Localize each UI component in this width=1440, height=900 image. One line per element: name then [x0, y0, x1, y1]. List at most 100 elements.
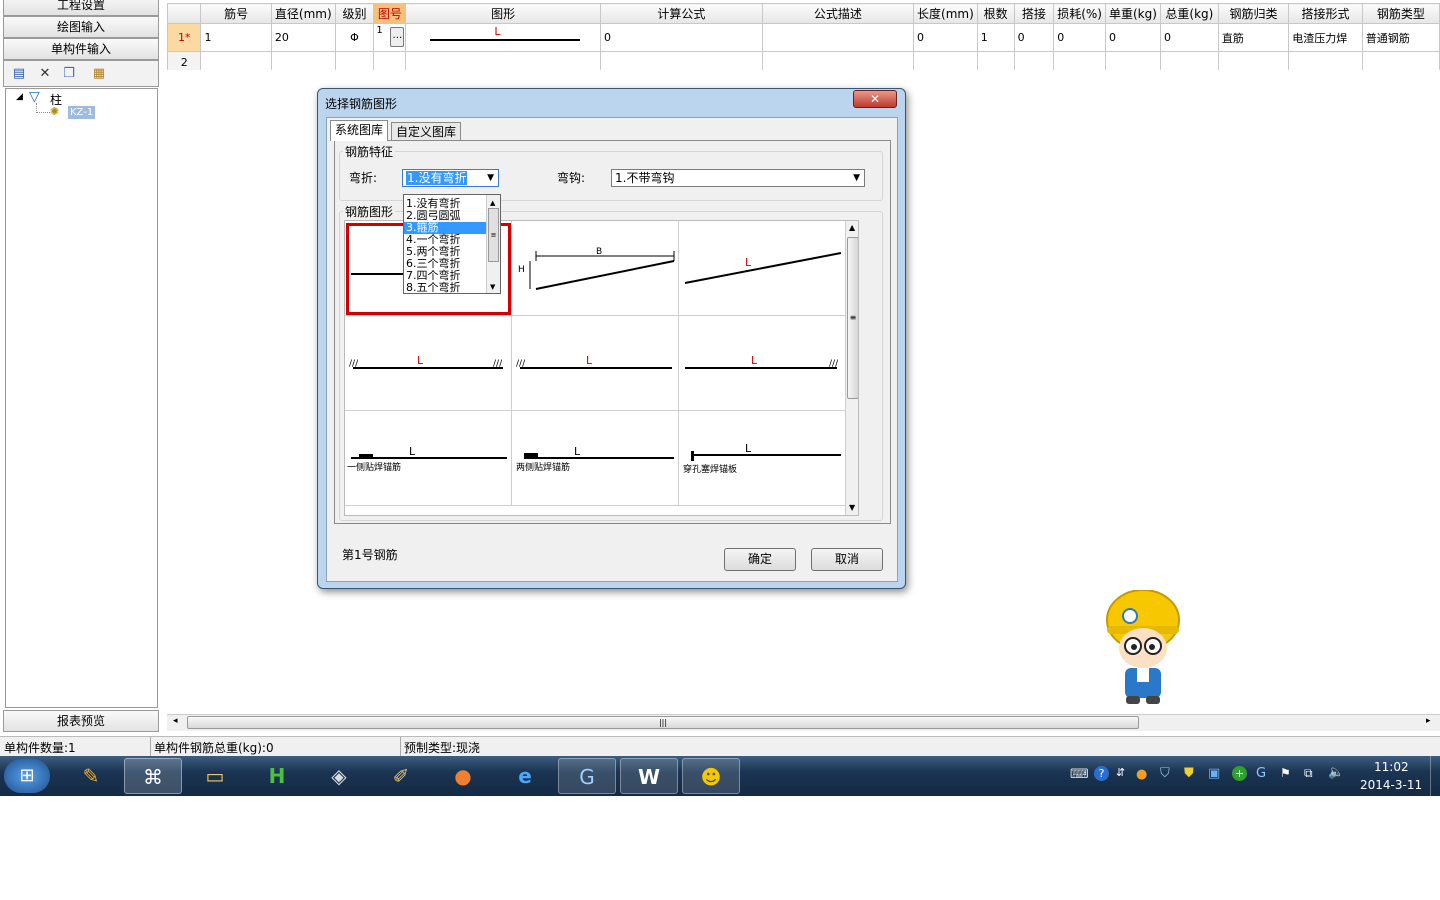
shape-picker-button[interactable]: …	[390, 27, 405, 47]
cell-diameter[interactable]: 20	[270, 23, 336, 52]
header-category[interactable]: 钢筋归类	[1217, 3, 1290, 24]
header-formula[interactable]: 计算公式	[599, 3, 763, 24]
volume-icon[interactable]: 🔈	[1328, 765, 1344, 780]
taskbar-rebar-app-icon[interactable]: ☻	[682, 758, 740, 794]
header-loss[interactable]: 损耗(%)	[1053, 3, 1106, 24]
header-bar-no[interactable]: 筋号	[200, 3, 272, 24]
cell-formula[interactable]: 0	[599, 23, 763, 52]
keyboard-icon[interactable]: ⌨	[1070, 767, 1089, 782]
header-total-weight[interactable]: 总重(kg)	[1159, 3, 1219, 24]
chevron-down-icon: ▼	[487, 173, 494, 183]
paste-icon[interactable]: ▦	[90, 65, 108, 83]
nav-project-settings[interactable]: 工程设置	[3, 0, 159, 16]
dropdown-option[interactable]: 8.五个弯折	[404, 282, 486, 294]
cancel-button[interactable]: 取消	[811, 548, 883, 571]
glodon-tray-icon[interactable]: G	[1256, 766, 1266, 781]
delete-icon[interactable]: ✕	[36, 65, 54, 83]
taskbar-editor-icon[interactable]: ✐	[372, 758, 430, 794]
header-shape-no[interactable]: 图号	[373, 3, 407, 24]
thread-mark-icon: ///	[493, 359, 503, 369]
taskbar-app-icon[interactable]: ⌘	[124, 758, 182, 794]
cell-category[interactable]: 直筋	[1217, 23, 1290, 52]
cell-lap[interactable]: 0	[1013, 23, 1055, 52]
cell-unit-weight[interactable]: 0	[1105, 23, 1161, 52]
taskbar-media-icon[interactable]: ◈	[310, 758, 368, 794]
cell-formula-desc[interactable]	[761, 23, 915, 52]
taskbar-ie-icon[interactable]: e	[496, 758, 554, 794]
taskbar-folder-icon[interactable]: ▭	[186, 758, 244, 794]
header-grade[interactable]: 级别	[334, 3, 375, 24]
taskbar-qq-icon[interactable]: ●	[434, 758, 492, 794]
gallery-scrollbar[interactable]: ▲ ≡ ▼	[845, 221, 858, 515]
horizontal-scrollbar[interactable]: ◂ ||| ▸	[167, 714, 1440, 731]
cell-total-weight[interactable]: 0	[1159, 23, 1219, 52]
scroll-thumb[interactable]: |||	[187, 716, 1139, 729]
cell-count[interactable]: 1	[976, 23, 1015, 52]
clock-time[interactable]: 11:02	[1374, 760, 1409, 774]
cell-bar-type[interactable]: 普通钢筋	[1361, 23, 1440, 52]
nav-drawing-input[interactable]: 绘图输入	[3, 16, 159, 38]
shape-cell-sloped-bh[interactable]: B H	[512, 221, 679, 316]
network-icon[interactable]: ⧉	[1304, 766, 1313, 781]
tree-collapse-icon[interactable]: ◢	[16, 92, 23, 102]
header-count[interactable]: 根数	[976, 3, 1015, 24]
cell-shape-no[interactable]: 1 …	[373, 23, 407, 52]
taskbar-word-icon[interactable]: W	[620, 758, 678, 794]
tab-custom-library[interactable]: 自定义图库	[391, 122, 462, 142]
tree-item-kz1[interactable]: KZ-1	[68, 106, 96, 119]
security-icon[interactable]: ⛊	[1184, 766, 1194, 781]
header-bar-type[interactable]: 钢筋类型	[1361, 3, 1440, 24]
ok-button[interactable]: 确定	[724, 548, 796, 571]
clock-date[interactable]: 2014-3-11	[1360, 778, 1422, 792]
shape-cell-one-side-weld[interactable]: L 一侧贴焊锚筋	[345, 411, 512, 506]
taskbar-glodon-icon[interactable]: H	[248, 758, 306, 794]
dropdown-scrollbar[interactable]: ▲ ≡ ▼	[486, 195, 500, 293]
flag-icon[interactable]: ⚑	[1280, 766, 1291, 780]
shield-icon[interactable]: ⛉	[1160, 766, 1170, 781]
header-lap-form[interactable]: 搭接形式	[1288, 3, 1363, 24]
tray-app-icon[interactable]: ●	[1136, 767, 1147, 782]
shape-cell-perforated-plate[interactable]: L 穿孔塞焊锚板	[679, 411, 846, 506]
scroll-up-icon[interactable]: ▲	[849, 223, 855, 232]
show-desktop-button[interactable]	[1430, 756, 1440, 796]
taskbar-glodon-g-icon[interactable]: G	[558, 758, 616, 794]
taskbar-notes-icon[interactable]: ✎	[62, 758, 120, 794]
shape-cell-sloped[interactable]: L	[679, 221, 846, 316]
help-icon[interactable]: ?	[1094, 766, 1109, 781]
cell-loss[interactable]: 0	[1053, 23, 1106, 52]
cell-bar-no[interactable]: 1	[200, 23, 272, 52]
tray-expand-icon[interactable]: ⇵	[1116, 766, 1125, 779]
header-lap[interactable]: 搭接	[1013, 3, 1055, 24]
tab-system-library[interactable]: 系统图库	[330, 120, 389, 141]
scroll-left-icon[interactable]: ◂	[173, 716, 178, 726]
header-diameter[interactable]: 直径(mm)	[270, 3, 336, 24]
shape-cell-left-thread[interactable]: /// L	[512, 316, 679, 411]
shape-cell-two-side-weld[interactable]: L 两侧贴焊锚筋	[512, 411, 679, 506]
shape-cell-right-thread[interactable]: /// L	[679, 316, 846, 411]
header-formula-desc[interactable]: 公式描述	[761, 3, 915, 24]
properties-icon[interactable]: ▤	[10, 65, 28, 83]
cell-grade[interactable]: Φ	[334, 23, 375, 52]
scroll-down-icon[interactable]: ▼	[490, 281, 495, 293]
scroll-right-icon[interactable]: ▸	[1426, 716, 1431, 726]
scroll-thumb[interactable]: ≡	[488, 208, 499, 262]
dialog-close-button[interactable]: ✕	[853, 90, 897, 108]
start-button[interactable]: ⊞	[4, 759, 50, 793]
add-icon[interactable]: +	[1232, 766, 1247, 781]
cell-length[interactable]: 0	[913, 23, 978, 52]
scroll-thumb[interactable]: ≡	[847, 237, 858, 399]
monitor-icon[interactable]: ▣	[1208, 766, 1220, 781]
bend-select[interactable]: 1.没有弯折 ▼	[402, 169, 499, 187]
cell-lap-form[interactable]: 电渣压力焊	[1288, 23, 1363, 52]
copy-icon[interactable]: ❐	[60, 65, 78, 83]
header-unit-weight[interactable]: 单重(kg)	[1105, 3, 1161, 24]
scroll-down-icon[interactable]: ▼	[849, 503, 855, 512]
nav-single-component-input[interactable]: 单构件输入	[3, 38, 159, 60]
row-number[interactable]: 1*	[166, 23, 202, 52]
nav-report-preview[interactable]: 报表预览	[3, 710, 159, 732]
header-length[interactable]: 长度(mm)	[913, 3, 978, 24]
header-shape[interactable]: 图形	[405, 3, 601, 24]
table-row[interactable]: 1* 1 20 Φ 1 … L 0 0 1 0 0 0 0 直筋 电渣压力焊 普…	[166, 23, 1440, 52]
shape-cell-both-ends-thread[interactable]: /// /// L	[345, 316, 512, 411]
hook-select[interactable]: 1.不带弯钩 ▼	[611, 169, 865, 187]
